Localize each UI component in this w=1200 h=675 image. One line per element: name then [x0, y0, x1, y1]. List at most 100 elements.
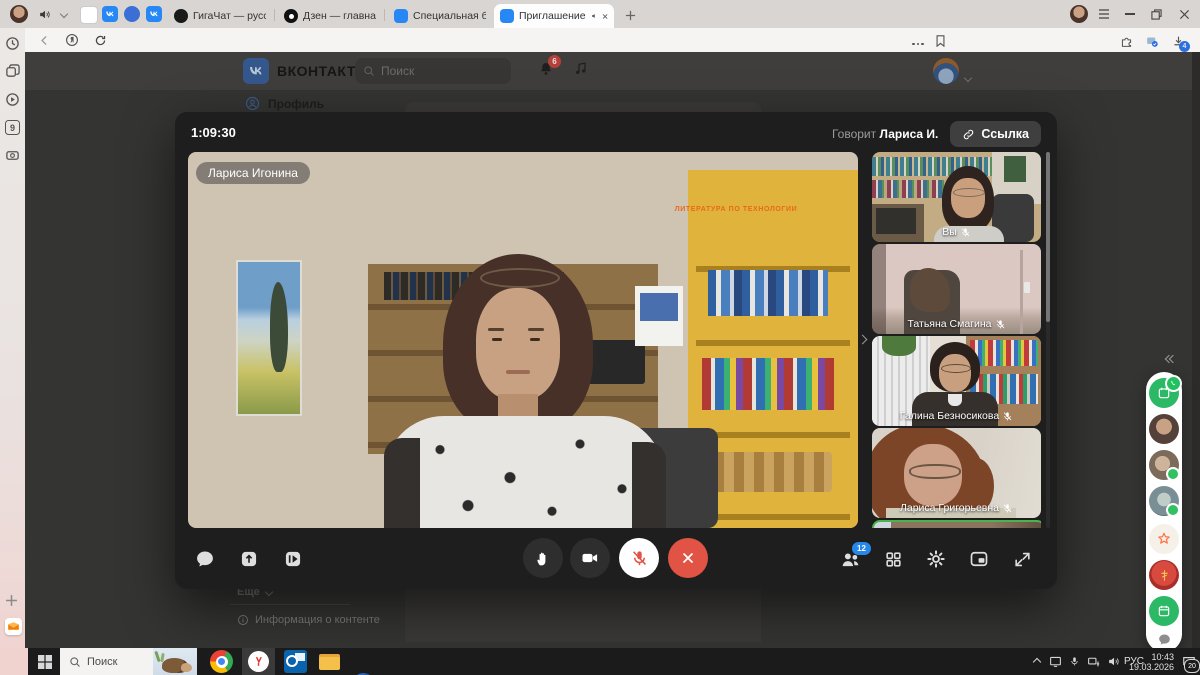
yandex-mail-icon[interactable]	[5, 618, 22, 635]
back-icon[interactable]	[36, 32, 52, 48]
settings-gear-icon[interactable]	[924, 547, 948, 571]
church-logo-avatar[interactable]	[1149, 560, 1179, 590]
participant-tile-you[interactable]: Вы	[872, 152, 1041, 242]
end-call-button[interactable]	[668, 538, 708, 578]
calendar-service-icon[interactable]	[1149, 596, 1179, 626]
vk-music-icon[interactable]	[573, 61, 589, 77]
vk-content-info-link[interactable]: Информация о контенте	[237, 614, 380, 626]
taskbar-yandex-browser-icon[interactable]	[247, 650, 270, 673]
taskbar-chrome-icon[interactable]	[210, 650, 233, 673]
favorites-star-icon[interactable]	[1149, 524, 1179, 554]
vk-search-input[interactable]: Поиск	[355, 58, 511, 84]
vk-wordmark[interactable]: ВКОНТАКТЕ	[277, 63, 366, 79]
participant-tile-galina[interactable]: Галина Безносикова	[872, 336, 1041, 426]
fullscreen-button[interactable]	[1010, 547, 1034, 571]
microphone-muted-button[interactable]	[619, 538, 659, 578]
picture-in-picture-button[interactable]	[967, 547, 991, 571]
downloads-icon[interactable]: 4	[1170, 33, 1186, 49]
sync-icon[interactable]	[1144, 33, 1160, 49]
tray-display-icon[interactable]	[1049, 648, 1062, 675]
grid-view-button[interactable]	[881, 547, 905, 571]
browser-tab-bar: ГигаЧат — русскоязычна Дзен — главная но…	[0, 0, 1200, 28]
chat-button[interactable]	[193, 547, 217, 571]
collections-icon[interactable]	[5, 64, 20, 79]
extensions-icon[interactable]	[1118, 33, 1134, 49]
taskbar-outlook-icon[interactable]	[284, 650, 307, 673]
tab-close-icon[interactable]	[602, 12, 608, 21]
tray-expand-chevron-icon[interactable]	[1034, 648, 1040, 675]
pinned-tab-blue-icon[interactable]	[124, 6, 140, 22]
tab-audio-icon[interactable]	[36, 6, 52, 22]
tab-counter[interactable]: 9	[5, 120, 20, 135]
yandex-side-panel	[1146, 372, 1182, 652]
participant-tile-tatyana[interactable]: Татьяна Смагина	[872, 244, 1041, 334]
pinned-tab-vk-icon[interactable]	[102, 6, 118, 22]
participant-tile-larisa-g[interactable]: Лариса Григорьевна	[872, 428, 1041, 518]
yandex-services-icon[interactable]	[64, 32, 80, 48]
pinned-tab-doc-icon[interactable]	[80, 6, 98, 24]
participants-list: Вы Татьяна Смагина	[872, 152, 1041, 528]
main-video-lariса-igonina[interactable]: ЛИТЕРАТУРА ПО ТЕХНОЛОГИИ Лариса Игонина	[188, 152, 858, 528]
camera-button[interactable]	[570, 538, 610, 578]
vk-notifications-bell-icon[interactable]: 6	[537, 60, 555, 78]
video-play-icon[interactable]	[5, 92, 20, 107]
tray-network-icon[interactable]	[1087, 648, 1100, 675]
history-icon[interactable]	[5, 36, 20, 51]
link-icon	[962, 128, 975, 141]
messenger-contact-avatar[interactable]	[1149, 414, 1179, 444]
messenger-contact-avatar[interactable]	[1149, 486, 1179, 516]
share-button[interactable]	[237, 547, 261, 571]
screen-video-icon[interactable]	[5, 148, 20, 163]
taskbar-clock[interactable]: 10:4319.03.2026	[1129, 648, 1174, 675]
vk-user-avatar[interactable]	[933, 58, 959, 84]
window-minimize-button[interactable]	[1122, 6, 1138, 22]
pinned-tab-vk2-icon[interactable]	[146, 6, 162, 22]
action-center-badge: 20	[1184, 659, 1200, 673]
vk-menu-profile[interactable]: Профиль	[245, 96, 324, 111]
tab-call-active[interactable]: Приглашение в звон	[494, 4, 614, 28]
tab-gigachat[interactable]: ГигаЧат — русскоязычна	[168, 4, 272, 28]
tab-sound-icon[interactable]	[591, 11, 598, 21]
action-center-icon[interactable]: 20	[1182, 648, 1196, 675]
window-restore-button[interactable]	[1148, 6, 1164, 22]
browser-menu-icon[interactable]	[1096, 6, 1112, 22]
taskbar-explorer-icon[interactable]	[318, 650, 341, 673]
dzen-favicon	[284, 9, 298, 23]
active-call-icon[interactable]	[1149, 378, 1179, 408]
participants-button[interactable]: 12	[838, 547, 862, 571]
sidepanel-collapse-icon[interactable]	[1166, 356, 1176, 362]
taskbar-search-input[interactable]: Поиск	[60, 648, 197, 675]
window-profile-avatar[interactable]	[1070, 5, 1088, 23]
vk-avatar-chevron-icon[interactable]	[965, 68, 971, 86]
refresh-icon[interactable]	[92, 32, 108, 48]
new-tab-button[interactable]	[622, 7, 638, 23]
tab-dzen[interactable]: Дзен — главная новостна	[278, 4, 382, 28]
taskbar-search-placeholder: Поиск	[87, 656, 117, 668]
tray-volume-icon[interactable]	[1107, 648, 1120, 675]
participant-name: Вы	[872, 226, 1041, 238]
clock-date: 19.03.2026	[1129, 662, 1174, 672]
participants-scrollbar[interactable]	[1046, 152, 1050, 528]
raise-hand-button[interactable]	[523, 538, 563, 578]
messenger-contact-avatar[interactable]	[1149, 450, 1179, 480]
browser-profile-avatar[interactable]	[10, 5, 28, 23]
window-close-button[interactable]	[1176, 6, 1192, 22]
feedback-bubble-icon[interactable]	[1155, 630, 1173, 648]
tab-library[interactable]: Специальная библиотека	[388, 4, 492, 28]
call-link-button[interactable]: Ссылка	[950, 121, 1041, 147]
tray-microphone-icon[interactable]	[1069, 648, 1080, 675]
rail-add-icon[interactable]	[5, 594, 20, 609]
participant-tile-next-partial[interactable]	[872, 520, 1041, 528]
chevron-down-icon[interactable]	[56, 6, 72, 22]
start-button[interactable]	[38, 655, 52, 669]
participant-name: Татьяна Смагина	[872, 318, 1041, 330]
search-highlight-image[interactable]	[153, 648, 197, 675]
more-tools-icon[interactable]	[910, 36, 926, 52]
participant-name: Галина Безносикова	[872, 410, 1041, 422]
bookmark-icon[interactable]	[932, 33, 948, 49]
vk-logo[interactable]	[243, 58, 269, 84]
screen-share-button[interactable]	[281, 547, 305, 571]
panel-expand-chevron-icon[interactable]	[859, 330, 866, 348]
page-scrollbar[interactable]	[1192, 52, 1200, 648]
mic-muted-icon	[960, 227, 971, 238]
